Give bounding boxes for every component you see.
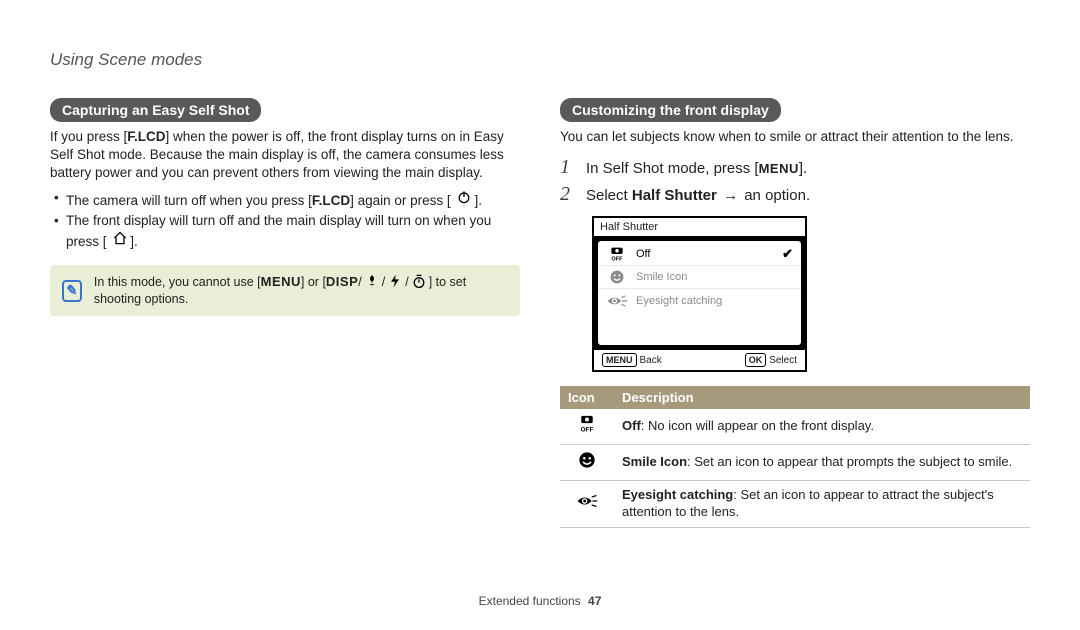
menu-label: MENU xyxy=(759,161,799,176)
section-title: Using Scene modes xyxy=(50,50,1030,70)
th-description: Description xyxy=(614,386,1030,409)
note-icon: ✎ xyxy=(62,280,82,302)
right-column: Customizing the front display You can le… xyxy=(560,98,1030,528)
flcd-label: F.LCD xyxy=(312,193,350,208)
cell-desc: Eyesight catching: Set an icon to appear… xyxy=(614,481,1030,528)
off-icon: OFF xyxy=(576,415,598,433)
cell-desc: Smile Icon: Set an icon to appear that p… xyxy=(614,445,1030,481)
check-icon: ✔ xyxy=(782,246,793,262)
cell-icon-eye xyxy=(560,481,614,528)
icon-description-table: Icon Description OFF Off: No icon will a… xyxy=(560,386,1030,528)
table-row: OFF Off: No icon will appear on the fron… xyxy=(560,409,1030,444)
ui-row-eyesight: Eyesight catching xyxy=(598,288,801,313)
text: Select xyxy=(586,187,632,204)
ui-back: MENUBack xyxy=(602,353,662,367)
ok-chip: OK xyxy=(745,353,767,367)
footer-label: Extended functions xyxy=(479,594,581,608)
left-column: Capturing an Easy Self Shot If you press… xyxy=(50,98,520,528)
th-icon: Icon xyxy=(560,386,614,409)
left-heading-pill: Capturing an Easy Self Shot xyxy=(50,98,261,122)
ui-row-label: Off xyxy=(636,248,650,260)
bold: Off xyxy=(622,418,641,433)
table-row: Eyesight catching: Set an icon to appear… xyxy=(560,481,1030,528)
arrow-icon: → xyxy=(717,187,744,204)
ui-back-label: Back xyxy=(640,355,662,366)
svg-text:OFF: OFF xyxy=(611,257,623,263)
note-text: In this mode, you cannot use [MENU] or [… xyxy=(94,273,508,308)
cell-icon-off: OFF xyxy=(560,409,614,444)
smile-icon xyxy=(576,451,598,469)
flash-icon xyxy=(385,273,405,289)
right-heading-pill: Customizing the front display xyxy=(560,98,781,122)
ui-row-off: OFF Off ✔ xyxy=(598,243,801,265)
eye-icon xyxy=(576,492,598,510)
text: ]. xyxy=(799,160,807,177)
menu-label: MENU xyxy=(261,274,301,289)
disp-label: DISP xyxy=(326,274,358,289)
note-callout: ✎ In this mode, you cannot use [MENU] or… xyxy=(50,265,520,316)
text: ]. xyxy=(474,193,482,208)
bullet-1: The camera will turn off when you press … xyxy=(54,189,520,210)
step-number: 1 xyxy=(560,156,576,179)
table-row: Smile Icon: Set an icon to appear that p… xyxy=(560,445,1030,481)
off-icon: OFF xyxy=(606,246,628,262)
text: an option. xyxy=(744,187,810,204)
eye-icon xyxy=(606,292,628,310)
ui-row-label: Eyesight catching xyxy=(636,295,722,307)
ui-select: OKSelect xyxy=(745,353,797,367)
page-footer: Extended functions 47 xyxy=(0,594,1080,608)
power-icon xyxy=(454,189,474,205)
cell-desc: Off: No icon will appear on the front di… xyxy=(614,409,1030,444)
left-intro: If you press [F.LCD] when the power is o… xyxy=(50,128,520,183)
text: : No icon will appear on the front displ… xyxy=(641,418,874,433)
bullet-2: The front display will turn off and the … xyxy=(54,212,520,251)
bold: Eyesight catching xyxy=(622,487,733,502)
cell-icon-smile xyxy=(560,445,614,481)
bold: Smile Icon xyxy=(622,454,687,469)
text: In Self Shot mode, press [ xyxy=(586,160,759,177)
right-intro: You can let subjects know when to smile … xyxy=(560,128,1030,146)
step-1: 1 In Self Shot mode, press [MENU]. xyxy=(560,156,1030,179)
text: : Set an icon to appear that prompts the… xyxy=(687,454,1012,469)
svg-text:OFF: OFF xyxy=(580,427,593,434)
macro-icon xyxy=(362,273,382,289)
page-number: 47 xyxy=(588,594,601,608)
ui-title: Half Shutter xyxy=(594,218,805,237)
smile-icon xyxy=(606,269,628,285)
timer-icon xyxy=(409,273,429,289)
text: ]. xyxy=(130,234,138,249)
home-icon xyxy=(110,230,130,246)
step-number: 2 xyxy=(560,183,576,206)
text: In this mode, you cannot use [ xyxy=(94,275,261,289)
step-2: 2 Select Half Shutter → an option. xyxy=(560,183,1030,206)
ui-row-smile: Smile Icon xyxy=(598,265,801,288)
menu-chip: MENU xyxy=(602,353,637,367)
text: ] again or press [ xyxy=(350,193,451,208)
text: ] or [ xyxy=(301,275,326,289)
flcd-label: F.LCD xyxy=(127,129,165,144)
text: The camera will turn off when you press … xyxy=(66,193,312,208)
text: If you press [ xyxy=(50,129,127,144)
half-shutter-label: Half Shutter xyxy=(632,187,717,204)
ui-select-label: Select xyxy=(769,355,797,366)
camera-menu-screenshot: Half Shutter OFF Off ✔ xyxy=(592,216,807,372)
ui-row-label: Smile Icon xyxy=(636,271,687,283)
